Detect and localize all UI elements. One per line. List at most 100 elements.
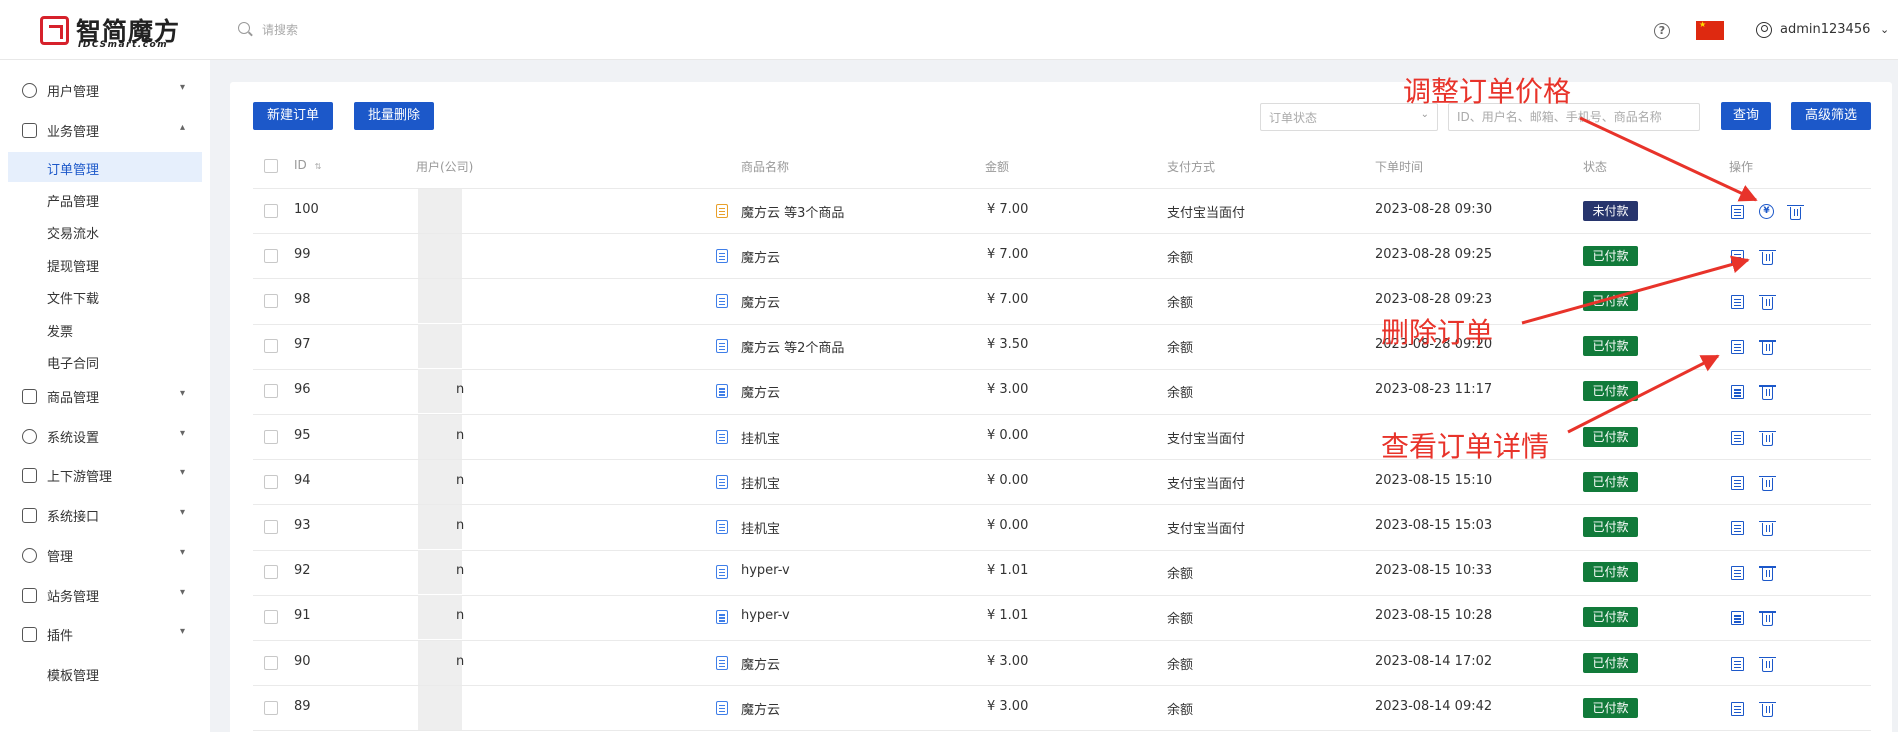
status-badge: 已付款 [1583,471,1638,492]
order-amount: ¥ 7.00 [987,292,1029,307]
view-detail-icon[interactable] [1731,385,1744,400]
query-button[interactable]: 查询 [1721,102,1772,130]
payment-method: 余额 [1167,657,1194,673]
sidebar-subitem-e-contract[interactable]: 电子合同 [8,346,202,376]
product-icon [716,520,728,534]
delete-icon[interactable] [1787,204,1804,220]
product-icon [716,429,728,444]
view-detail-icon[interactable] [1731,566,1744,581]
help-icon[interactable]: ? [1654,23,1670,39]
sidebar-item-system-settings[interactable]: 系统设置 ▾ [0,420,210,452]
order-amount: ¥ 0.00 [987,472,1029,488]
view-detail-icon[interactable] [1731,475,1744,490]
delete-icon[interactable] [1759,249,1776,265]
row-checkbox[interactable] [264,248,278,263]
row-checkbox[interactable] [264,700,278,715]
user-name[interactable]: n [456,563,464,578]
sidebar-subitem-file-download[interactable]: 文件下载 [8,281,202,311]
column-header-status: 状态 [1583,160,1608,174]
order-amount: ¥ 0.00 [987,518,1029,533]
row-checkbox[interactable] [264,294,278,308]
annotation-view-detail: 查看订单详情 [1381,430,1550,463]
sidebar-subitem-label: 模板管理 [47,669,100,684]
delete-icon[interactable] [1759,340,1776,356]
order-time: 2023-08-28 09:25 [1375,246,1493,262]
row-checkbox[interactable] [264,655,278,670]
sidebar-item-goods-management[interactable]: 商品管理 ▾ [0,380,210,412]
user-name[interactable]: n [456,428,464,443]
logo[interactable]: 智简魔方 IDCSmart.com [40,16,200,50]
column-header-user: 用户(公司) [416,160,474,174]
user-redacted [418,324,462,369]
view-detail-icon[interactable] [1731,295,1744,309]
chevron-down-icon: ▾ [180,547,186,558]
delete-icon[interactable] [1759,295,1776,310]
delete-icon[interactable] [1759,430,1776,446]
batch-delete-button[interactable]: 批量删除 [354,102,435,130]
sidebar-subitem-transactions[interactable]: 交易流水 [8,216,202,246]
row-checkbox[interactable] [264,565,278,580]
sidebar-subitem-invoice[interactable]: 发票 [8,314,202,344]
table-header-divider [253,188,1871,189]
order-amount: ¥ 3.00 [987,653,1029,669]
chevron-down-icon: ▾ [180,82,186,93]
view-detail-icon[interactable] [1731,656,1744,671]
sidebar-item-business-management[interactable]: 业务管理 ▴ [0,114,210,146]
sidebar-item-plugins[interactable]: 插件 ▾ [0,618,210,650]
sidebar-item-upstream-downstream[interactable]: 上下游管理 ▾ [0,459,210,491]
row-checkbox[interactable] [264,610,278,625]
status-badge: 已付款 [1583,697,1638,718]
user-icon [22,83,37,98]
annotation-delete-order: 删除订单 [1381,316,1494,349]
sidebar-subitem-label: 交易流水 [47,227,100,242]
row-checkbox[interactable] [264,474,278,489]
advanced-filter-button[interactable]: 高级筛选 [1791,102,1872,130]
row-divider [253,459,1871,461]
view-detail-icon[interactable] [1731,430,1744,445]
delete-icon[interactable] [1759,475,1776,491]
view-detail-icon[interactable] [1731,249,1744,264]
product-name: hyper-v [741,563,790,579]
sort-icon[interactable]: ⇅ [315,162,322,171]
user-name[interactable]: n [456,654,464,669]
order-id: 99 [294,246,311,262]
sidebar-item-site-management[interactable]: 站务管理 ▾ [0,579,210,611]
row-checkbox[interactable] [264,520,278,534]
adjust-price-icon[interactable]: ¥ [1759,203,1774,219]
select-all-checkbox[interactable] [264,159,278,173]
delete-icon[interactable] [1759,701,1776,717]
delete-icon[interactable] [1759,385,1776,401]
sidebar-subitem-template-management[interactable]: 模板管理 [8,658,202,688]
sidebar-subitem-withdrawals[interactable]: 提现管理 [8,249,202,279]
row-divider [253,414,1871,415]
search-input[interactable] [262,19,522,41]
sidebar-item-system-interface[interactable]: 系统接口 ▾ [0,499,210,531]
new-order-button[interactable]: 新建订单 [253,102,334,130]
china-flag-icon[interactable] [1696,20,1724,40]
delete-icon[interactable] [1759,611,1776,627]
sidebar-item-user-management[interactable]: 用户管理 ▾ [0,74,210,106]
user-name[interactable]: n [456,473,464,488]
product-name: 魔方云 [741,386,781,402]
view-detail-icon[interactable] [1731,611,1744,626]
sidebar-subitem-order-management[interactable]: 订单管理 [8,152,202,182]
sidebar-subitem-product-management[interactable]: 产品管理 [8,184,202,214]
user-name[interactable]: n [456,518,464,533]
row-checkbox[interactable] [264,429,278,444]
view-detail-icon[interactable] [1731,340,1744,355]
delete-icon[interactable] [1759,656,1776,672]
delete-icon[interactable] [1759,566,1776,582]
user-name[interactable]: n [456,608,464,623]
row-checkbox[interactable] [264,384,278,399]
order-time: 2023-08-28 09:23 [1375,292,1493,307]
sidebar-subitem-label: 发票 [47,325,74,340]
view-detail-icon[interactable] [1731,204,1744,219]
view-detail-icon[interactable] [1731,521,1744,535]
row-checkbox[interactable] [264,203,278,218]
row-checkbox[interactable] [264,339,278,354]
view-detail-icon[interactable] [1731,701,1744,716]
column-header-id[interactable]: ID ⇅ [294,158,321,172]
user-name[interactable]: n [456,382,464,397]
sidebar-item-admin[interactable]: 管理 ▾ [0,539,210,571]
delete-icon[interactable] [1759,521,1776,536]
